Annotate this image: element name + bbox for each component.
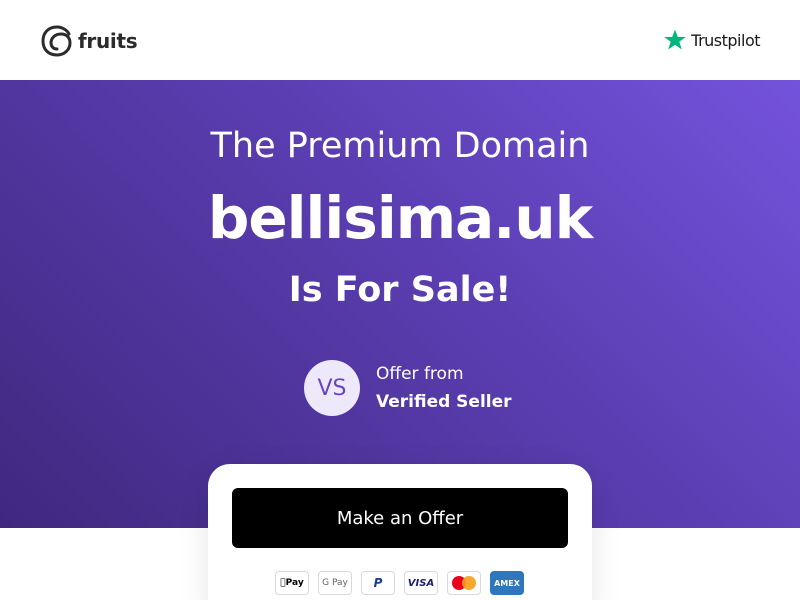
- apple-pay-icon: Pay: [275, 571, 309, 595]
- verified-seller-label: Verified Seller: [376, 392, 512, 412]
- seller-info: VS Offer from Verified Seller: [304, 360, 512, 416]
- top-bar: fruits Trustpilot: [0, 0, 800, 80]
- trustpilot-star-icon: [664, 29, 686, 50]
- trustpilot-link[interactable]: Trustpilot: [663, 28, 760, 52]
- offer-from-label: Offer from: [376, 364, 464, 384]
- seller-avatar: VS: [304, 360, 360, 416]
- trustpilot-text: Trustpilot: [691, 30, 760, 50]
- mastercard-icon: [447, 571, 481, 595]
- fruits-logo-icon: [41, 25, 72, 57]
- offer-card: Make an Offer Pay G Pay P VISA AMEX: [208, 464, 592, 600]
- payment-methods: Pay G Pay P VISA AMEX: [275, 571, 524, 595]
- seller-text: Offer from Verified Seller: [376, 360, 512, 416]
- make-offer-button[interactable]: Make an Offer: [232, 488, 568, 548]
- hero-headline: The Premium Domain: [210, 126, 590, 166]
- fruits-logo[interactable]: fruits: [40, 24, 138, 58]
- for-sale-text: Is For Sale!: [288, 270, 512, 310]
- paypal-icon: P: [361, 571, 395, 595]
- amex-icon: AMEX: [490, 571, 524, 595]
- domain-name: bellisima.uk: [207, 184, 593, 252]
- visa-icon: VISA: [404, 571, 438, 595]
- logo-text: fruits: [78, 29, 138, 53]
- google-pay-icon: G Pay: [318, 571, 352, 595]
- hero-banner: The Premium Domain bellisima.uk Is For S…: [0, 80, 800, 528]
